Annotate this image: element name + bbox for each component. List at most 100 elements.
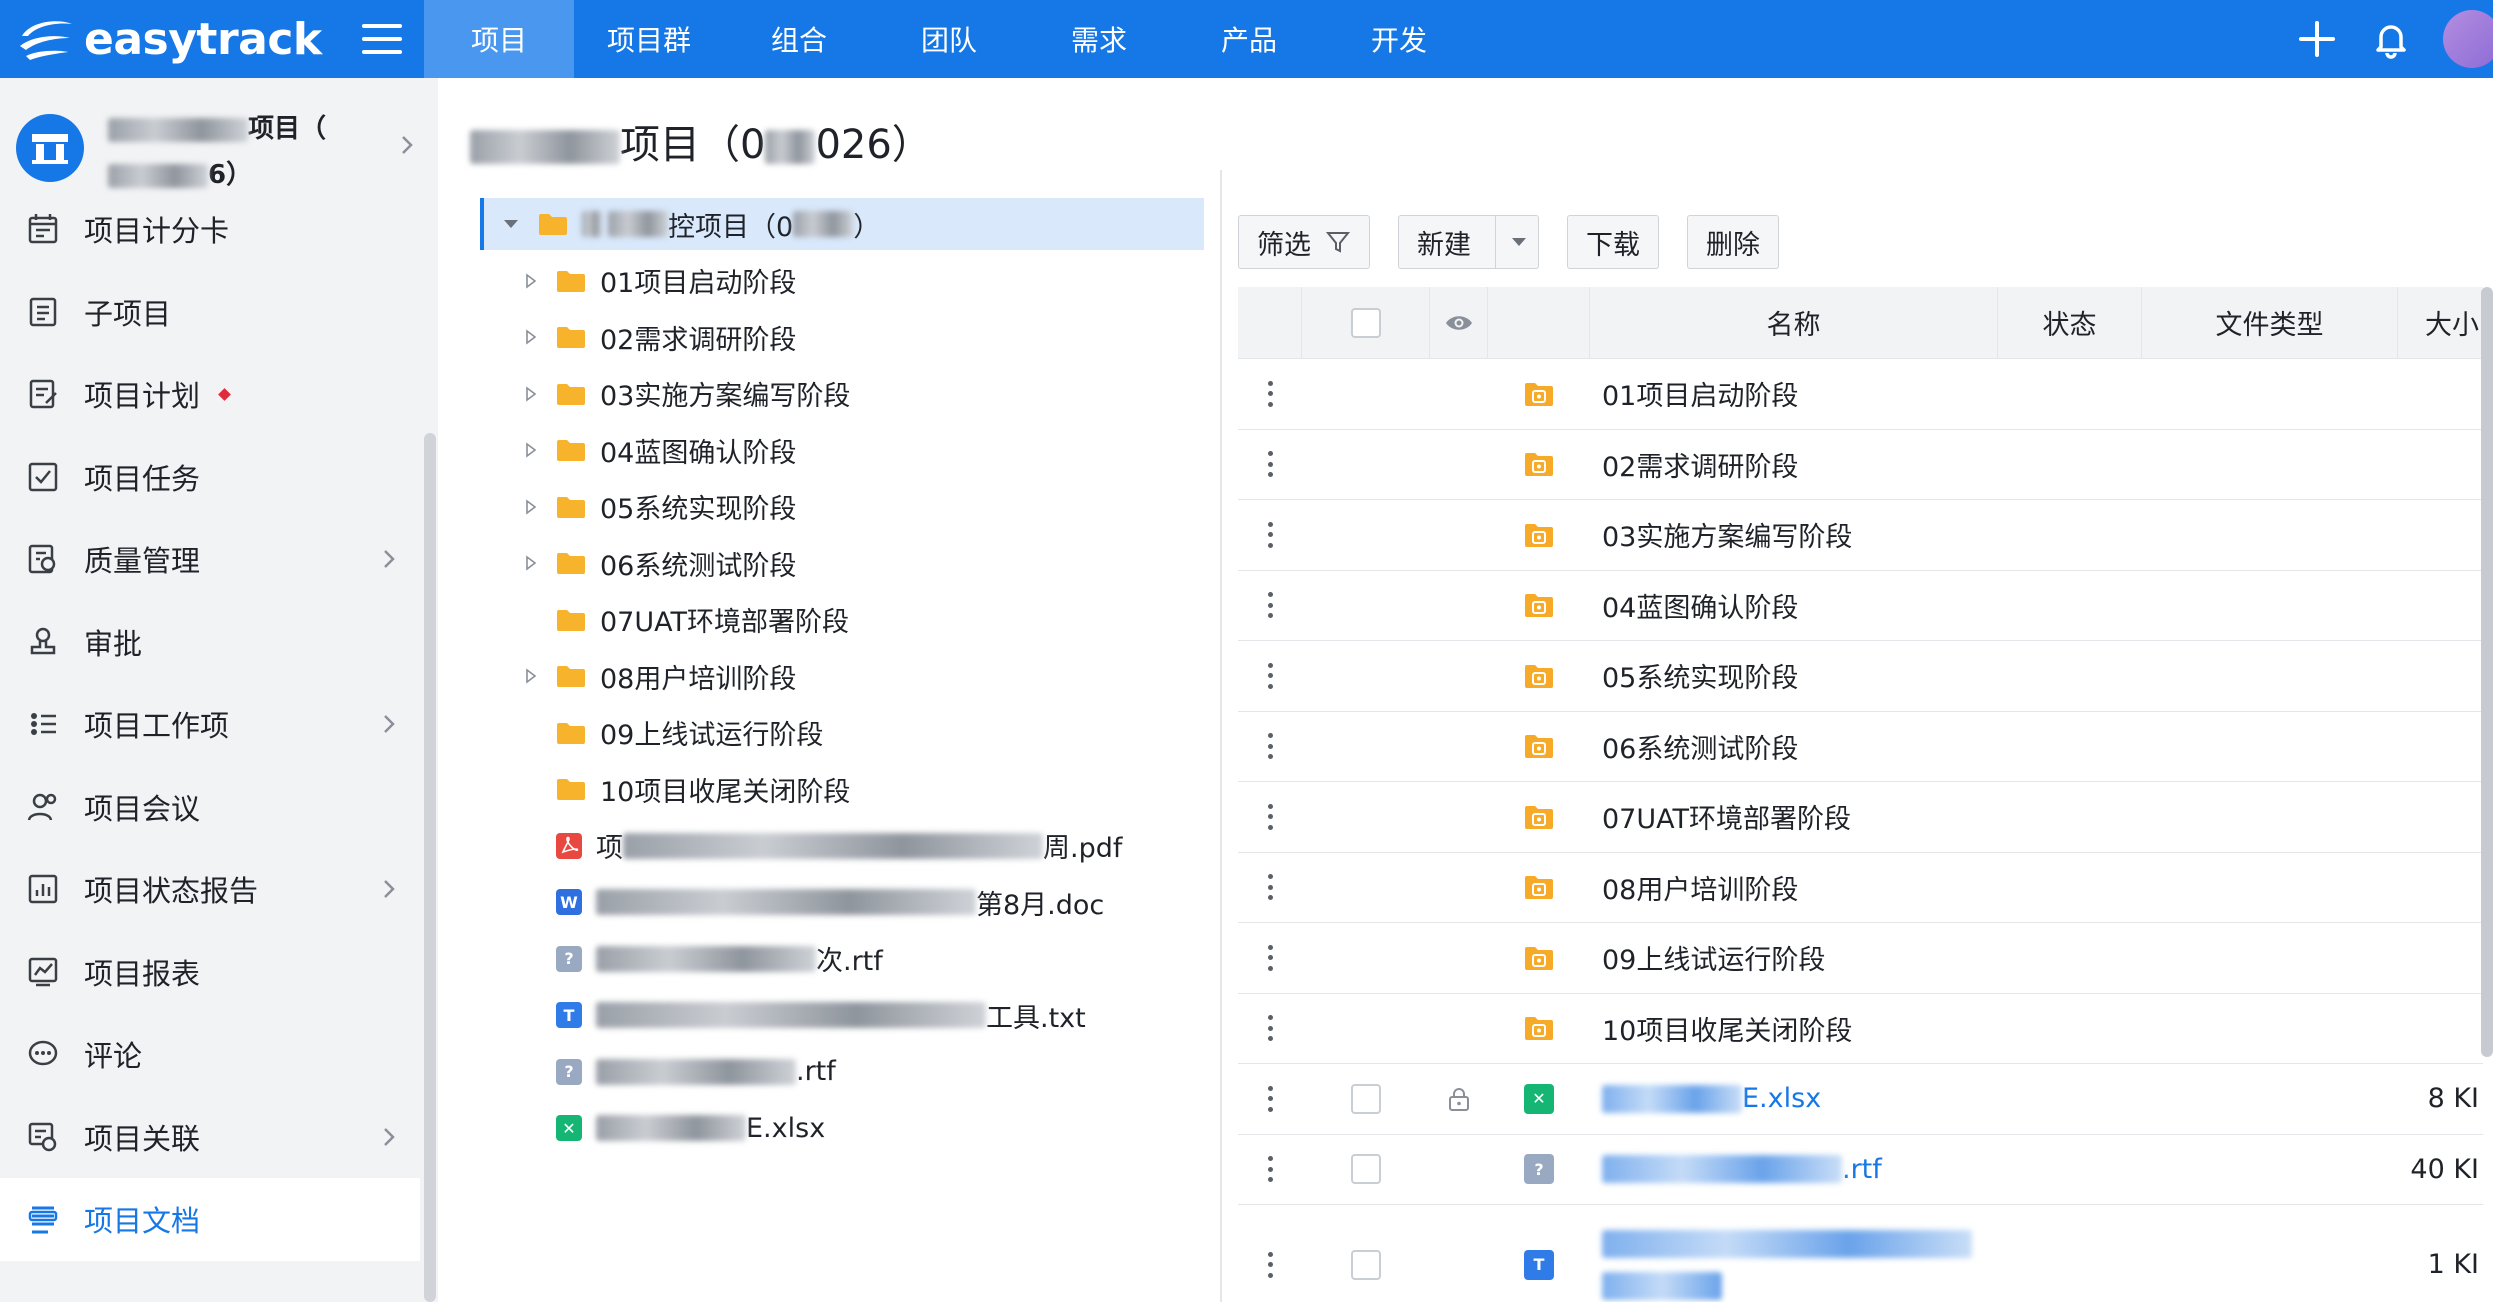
file-name-suffix[interactable]: .rtf <box>1842 1154 1882 1185</box>
tree-folder-node[interactable]: 10项目收尾关闭阶段 <box>480 763 1204 815</box>
table-scrollbar[interactable] <box>2481 287 2493 1057</box>
table-row[interactable]: 02需求调研阶段 <box>1238 430 2483 500</box>
row-name[interactable]: 10项目收尾关闭阶段 <box>1590 994 1998 1064</box>
tree-folder-node[interactable]: 06系统测试阶段 <box>480 537 1204 589</box>
row-menu-icon[interactable] <box>1266 380 1274 407</box>
table-row[interactable]: 09上线试运行阶段 <box>1238 923 2483 994</box>
table-row[interactable]: 05系统实现阶段 <box>1238 641 2483 712</box>
sidebar-item-0[interactable]: 项目计分卡 <box>0 188 420 271</box>
row-name[interactable]: 09上线试运行阶段 <box>1590 923 1998 993</box>
expand-arrow-icon[interactable] <box>522 498 540 516</box>
file-name-suffix[interactable]: E.xlsx <box>1742 1083 1821 1114</box>
row-name[interactable]: 04蓝图确认阶段 <box>1590 571 1998 641</box>
tree-file-node[interactable]: ? 次.rtf <box>480 933 1204 985</box>
nav-tab-2[interactable]: 组合 <box>724 0 874 78</box>
sidebar-item-7[interactable]: 项目会议 <box>0 766 420 849</box>
expand-arrow-icon[interactable] <box>522 328 540 346</box>
row-menu-icon[interactable] <box>1266 733 1274 760</box>
row-menu-icon[interactable] <box>1266 662 1274 689</box>
sidebar-item-12[interactable]: 项目文档 <box>0 1178 420 1261</box>
table-row[interactable]: ✕ E.xlsx 8 KI <box>1238 1064 2483 1135</box>
sidebar-item-1[interactable]: 子项目 <box>0 271 420 354</box>
row-name[interactable]: .rtf <box>1590 1135 1998 1205</box>
expand-arrow-icon[interactable] <box>522 385 540 403</box>
tree-folder-node[interactable]: 03实施方案编写阶段 <box>480 368 1204 420</box>
sidebar-item-11[interactable]: 项目关联 <box>0 1096 420 1179</box>
menu-toggle-icon[interactable] <box>362 24 402 54</box>
row-name[interactable]: E.xlsx <box>1590 1064 1998 1134</box>
tree-file-node[interactable]: W 第8月.doc <box>480 876 1204 928</box>
nav-tab-1[interactable]: 项目群 <box>574 0 724 78</box>
nav-tab-5[interactable]: 产品 <box>1174 0 1324 78</box>
tree-folder-node[interactable]: 04蓝图确认阶段 <box>480 424 1204 476</box>
delete-button[interactable]: 删除 <box>1687 215 1779 269</box>
select-all-checkbox[interactable] <box>1350 307 1381 338</box>
table-row[interactable]: T 1 KI <box>1238 1205 2483 1302</box>
nav-tab-4[interactable]: 需求 <box>1024 0 1174 78</box>
row-name[interactable]: 05系统实现阶段 <box>1590 641 1998 711</box>
row-checkbox[interactable] <box>1351 1154 1381 1185</box>
tree-root-node[interactable]: 控项目（0 ） <box>480 198 1204 250</box>
row-menu-icon[interactable] <box>1266 1156 1274 1183</box>
tree-file-node[interactable]: ? .rtf <box>480 1046 1204 1098</box>
table-row[interactable]: 06系统测试阶段 <box>1238 712 2483 782</box>
table-row[interactable]: 04蓝图确认阶段 <box>1238 571 2483 641</box>
expand-arrow-icon[interactable] <box>522 554 540 572</box>
tree-folder-node[interactable]: 09上线试运行阶段 <box>480 707 1204 759</box>
row-name[interactable]: 08用户培训阶段 <box>1590 853 1998 923</box>
row-menu-icon[interactable] <box>1266 944 1274 971</box>
table-row[interactable]: 08用户培训阶段 <box>1238 853 2483 923</box>
logo[interactable]: easytrack <box>0 14 340 65</box>
expand-arrow-icon[interactable] <box>522 667 540 685</box>
caret-down-icon[interactable] <box>1510 236 1528 248</box>
sidebar-item-5[interactable]: 审批 <box>0 601 420 684</box>
row-menu-icon[interactable] <box>1266 592 1274 619</box>
header-name[interactable]: 名称 <box>1590 287 1998 358</box>
row-checkbox[interactable] <box>1351 1249 1381 1280</box>
header-file-type[interactable]: 文件类型 <box>2142 287 2398 358</box>
table-row[interactable]: 01项目启动阶段 <box>1238 359 2483 430</box>
row-menu-icon[interactable] <box>1266 521 1274 548</box>
sidebar-item-4[interactable]: 质量管理 <box>0 518 420 601</box>
collapse-arrow-icon[interactable] <box>502 215 520 233</box>
nav-tab-0[interactable]: 项目 <box>424 0 574 78</box>
row-menu-icon[interactable] <box>1266 1085 1274 1112</box>
tree-folder-node[interactable]: 01项目启动阶段 <box>480 255 1204 307</box>
row-name[interactable]: 02需求调研阶段 <box>1590 430 1998 500</box>
tree-folder-node[interactable]: 08用户培训阶段 <box>480 650 1204 702</box>
row-menu-icon[interactable] <box>1266 1015 1274 1042</box>
expand-arrow-icon[interactable] <box>522 441 540 459</box>
table-row[interactable]: ? .rtf 40 KI <box>1238 1135 2483 1205</box>
table-row[interactable]: 07UAT环境部署阶段 <box>1238 782 2483 853</box>
nav-tab-3[interactable]: 团队 <box>874 0 1024 78</box>
sidebar-item-9[interactable]: 项目报表 <box>0 931 420 1014</box>
row-name[interactable]: 07UAT环境部署阶段 <box>1590 782 1998 852</box>
row-menu-icon[interactable] <box>1266 451 1274 478</box>
row-menu-icon[interactable] <box>1266 803 1274 830</box>
sidebar-item-8[interactable]: 项目状态报告 <box>0 848 420 931</box>
expand-arrow-icon[interactable] <box>522 272 540 290</box>
eye-icon[interactable] <box>1444 313 1474 333</box>
header-status[interactable]: 状态 <box>1998 287 2142 358</box>
tree-file-node[interactable]: T 工具.txt <box>480 989 1204 1041</box>
add-icon[interactable] <box>2295 17 2339 61</box>
row-checkbox[interactable] <box>1351 1083 1381 1114</box>
tree-file-node[interactable]: 项 周.pdf <box>480 820 1204 872</box>
download-button[interactable]: 下载 <box>1567 215 1659 269</box>
user-avatar[interactable] <box>2443 10 2493 68</box>
tree-folder-node[interactable]: 07UAT环境部署阶段 <box>480 594 1204 646</box>
tree-folder-node[interactable]: 05系统实现阶段 <box>480 481 1204 533</box>
row-name[interactable] <box>1590 1205 1998 1302</box>
table-row[interactable]: 10项目收尾关闭阶段 <box>1238 994 2483 1064</box>
new-button[interactable]: 新建 <box>1398 215 1539 269</box>
sidebar-scrollbar[interactable] <box>424 433 436 1302</box>
sidebar-item-6[interactable]: 项目工作项 <box>0 683 420 766</box>
tree-file-node[interactable]: ✕ E.xlsx <box>480 1102 1204 1154</box>
panel-divider[interactable] <box>1220 170 1222 1302</box>
row-menu-icon[interactable] <box>1266 1251 1274 1278</box>
sidebar-item-10[interactable]: 评论 <box>0 1013 420 1096</box>
bell-icon[interactable] <box>2369 17 2413 61</box>
nav-tab-6[interactable]: 开发 <box>1324 0 1474 78</box>
chevron-right-icon[interactable] <box>396 134 418 156</box>
row-menu-icon[interactable] <box>1266 874 1274 901</box>
